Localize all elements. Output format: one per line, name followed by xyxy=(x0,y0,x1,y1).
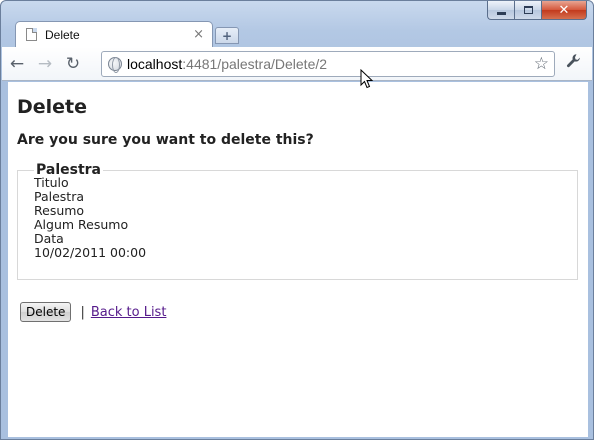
field-label-data: Data xyxy=(34,231,64,246)
window-caption-buttons: ✕ xyxy=(487,1,587,21)
back-to-list-link[interactable]: Back to List xyxy=(91,305,167,320)
wrench-icon xyxy=(566,54,580,68)
tab-close-icon[interactable]: × xyxy=(193,28,204,41)
field-value-resumo: Algum Resumo xyxy=(34,217,129,232)
tab-title: Delete xyxy=(45,27,80,42)
new-tab-icon: + xyxy=(221,28,233,43)
forward-button[interactable]: → xyxy=(32,51,58,77)
minimize-icon xyxy=(496,11,506,15)
field-value-titulo: Palestra xyxy=(34,189,85,204)
field-value-data: 10/02/2011 00:00 xyxy=(34,245,147,260)
back-button[interactable]: ← xyxy=(4,51,30,77)
maximize-icon xyxy=(523,6,533,14)
form-actions: Delete | Back to List xyxy=(20,302,166,322)
url-path: :4481/palestra/Delete/2 xyxy=(182,56,328,72)
delete-confirmation-message: Are you sure you want to delete this? xyxy=(17,132,314,148)
forward-arrow-icon: → xyxy=(37,53,53,74)
field-label-titulo: Titulo xyxy=(34,175,69,190)
new-tab-button[interactable]: + xyxy=(215,27,239,44)
close-icon: ✕ xyxy=(558,2,570,18)
reload-icon: ↻ xyxy=(65,53,81,74)
page-favicon-icon xyxy=(26,28,37,41)
reload-button[interactable]: ↻ xyxy=(60,51,86,77)
close-window-button[interactable]: ✕ xyxy=(541,1,587,20)
address-bar[interactable]: localhost:4481/palestra/Delete/2 ☆ xyxy=(101,51,555,77)
tab-delete[interactable]: Delete × xyxy=(15,21,213,47)
maximize-button[interactable] xyxy=(514,1,541,20)
delete-button[interactable]: Delete xyxy=(20,302,72,322)
url-host: localhost xyxy=(127,56,183,72)
browser-toolbar: ← → ↻ localhost:4481/palestra/Delete/2 ☆ xyxy=(2,47,592,81)
separator: | xyxy=(80,304,85,320)
back-arrow-icon: ← xyxy=(9,53,25,74)
page-title: Delete xyxy=(17,96,88,118)
field-label-resumo: Resumo xyxy=(34,203,85,218)
palestra-details: Palestra Titulo Palestra Resumo Algum Re… xyxy=(17,162,578,280)
minimize-button[interactable] xyxy=(487,1,514,20)
field-list: Titulo Palestra Resumo Algum Resumo Data… xyxy=(34,176,577,260)
globe-icon xyxy=(108,57,122,73)
browser-window: ✕ Delete × + ← → ↻ localhost:4481/palest… xyxy=(0,0,594,440)
page-content: Delete Are you sure you want to delete t… xyxy=(8,82,588,437)
bookmark-star-icon[interactable]: ☆ xyxy=(534,54,549,74)
wrench-menu-icon[interactable] xyxy=(566,53,582,73)
mouse-cursor-icon xyxy=(360,69,374,89)
